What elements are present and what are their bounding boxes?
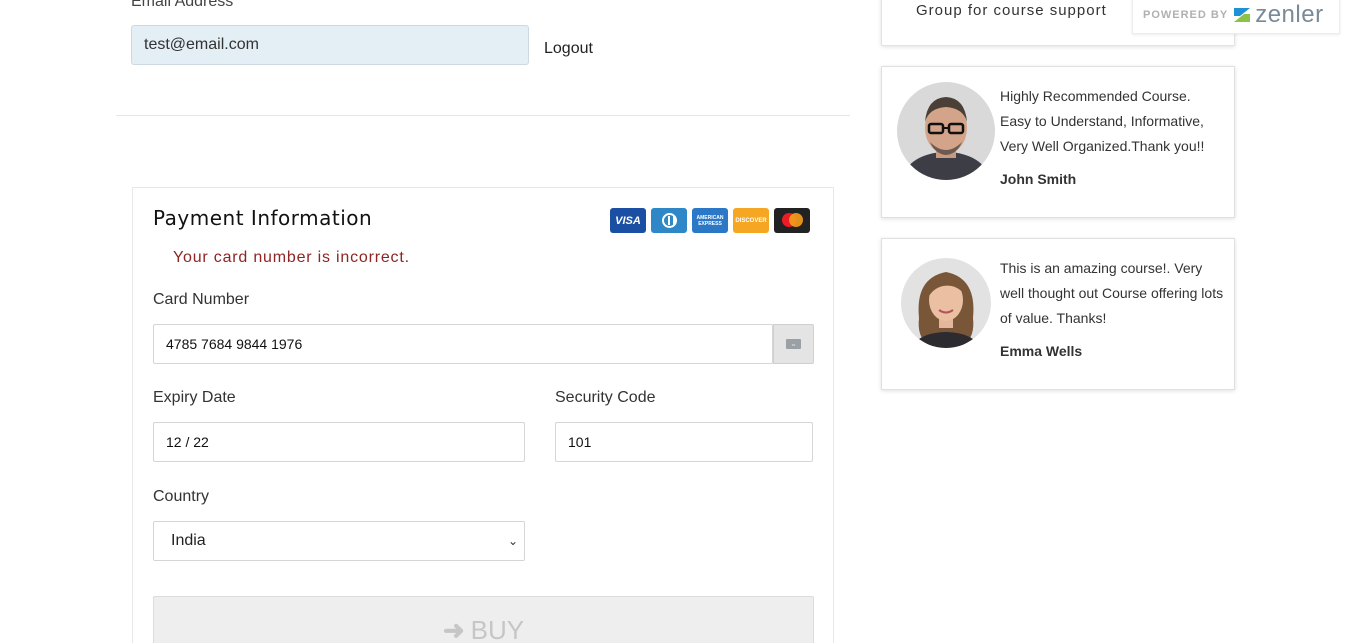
email-field[interactable] bbox=[131, 25, 529, 65]
buy-button[interactable]: ➜ BUY bbox=[153, 596, 814, 643]
security-code-input[interactable] bbox=[555, 422, 813, 462]
card-number-label: Card Number bbox=[153, 291, 250, 308]
arrow-right-icon: ➜ bbox=[442, 615, 465, 643]
avatar bbox=[897, 82, 995, 180]
review-card: Highly Recommended Course. Easy to Under… bbox=[881, 66, 1235, 218]
card-brand-logos: VISA AMERICAN EXPRESS DISCOVER bbox=[610, 208, 810, 233]
diners-club-icon bbox=[651, 208, 687, 233]
avatar bbox=[901, 258, 991, 348]
country-select[interactable]: India ⌄ bbox=[153, 521, 525, 561]
security-code-label: Security Code bbox=[555, 389, 656, 406]
powered-by-badge[interactable]: POWERED BY zenler bbox=[1132, 0, 1340, 34]
payment-title: Payment Information bbox=[153, 206, 373, 230]
country-label: Country bbox=[153, 488, 210, 505]
card-number-input[interactable] bbox=[153, 324, 773, 364]
brand-name: zenler bbox=[1255, 1, 1324, 28]
section-divider bbox=[116, 115, 850, 116]
card-type-addon: ▭ bbox=[773, 324, 814, 364]
visa-icon: VISA bbox=[610, 208, 646, 233]
discover-icon: DISCOVER bbox=[733, 208, 769, 233]
review-text: This is an amazing course!. Very well th… bbox=[1000, 260, 1224, 326]
zenler-logo-icon bbox=[1232, 5, 1252, 25]
expiry-date-label: Expiry Date bbox=[153, 389, 236, 406]
powered-by-text: POWERED BY bbox=[1143, 9, 1229, 21]
amex-icon: AMERICAN EXPRESS bbox=[692, 208, 728, 233]
mastercard-icon bbox=[774, 208, 810, 233]
reviewer-name: John Smith bbox=[1000, 171, 1077, 187]
chevron-down-icon: ⌄ bbox=[507, 534, 518, 548]
email-label: Email Address bbox=[131, 0, 234, 10]
payment-card: Payment Information VISA AMERICAN EXPRES… bbox=[132, 187, 834, 643]
review-text: Highly Recommended Course. Easy to Under… bbox=[1000, 88, 1205, 154]
credit-card-icon: ▭ bbox=[786, 339, 801, 349]
card-error-message: Your card number is incorrect. bbox=[173, 249, 410, 266]
review-card: This is an amazing course!. Very well th… bbox=[881, 238, 1235, 390]
buy-button-label: BUY bbox=[470, 615, 525, 643]
support-text: Group for course support bbox=[916, 2, 1107, 19]
country-selected-value: India bbox=[171, 532, 206, 549]
expiry-date-input[interactable] bbox=[153, 422, 525, 462]
reviewer-name: Emma Wells bbox=[1000, 343, 1083, 359]
logout-link[interactable]: Logout bbox=[544, 40, 593, 58]
